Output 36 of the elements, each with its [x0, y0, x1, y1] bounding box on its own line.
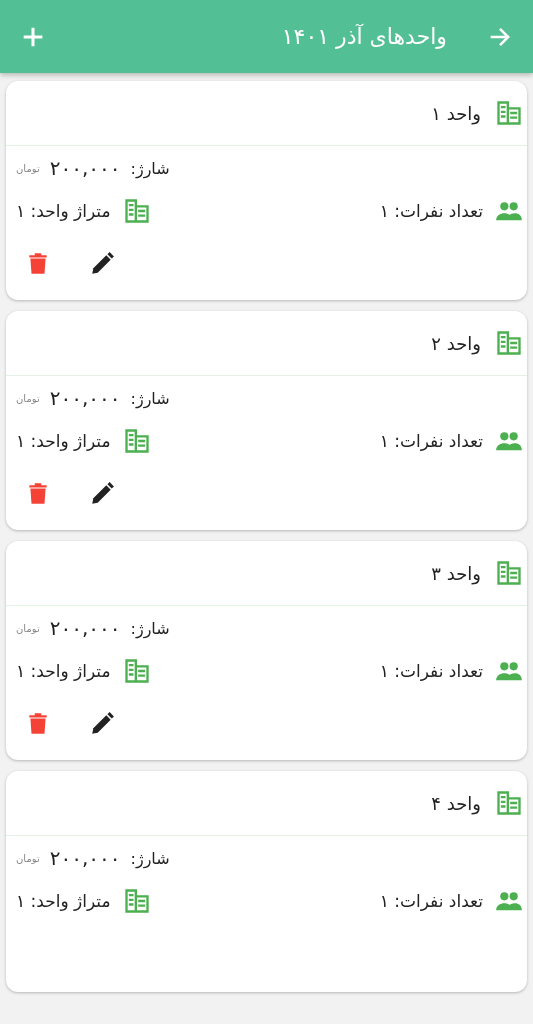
- currency-label: تومان: [16, 622, 40, 634]
- pencil-icon: [89, 481, 115, 507]
- charge-label: شارژ:: [130, 388, 170, 408]
- building-icon: [122, 657, 151, 685]
- charge-label: شارژ:: [130, 158, 170, 178]
- currency-label: تومان: [16, 852, 40, 864]
- building-icon: [122, 887, 151, 915]
- unit-name: واحد ۲: [431, 332, 481, 354]
- building-icon: [495, 559, 523, 587]
- building-icon: [122, 427, 151, 455]
- building-icon: [495, 99, 523, 127]
- charge-label: شارژ:: [130, 848, 170, 868]
- charge-amount: ۲۰۰,۰۰۰: [49, 846, 121, 870]
- residents-count: تعداد نفرات: ۱: [379, 661, 483, 681]
- unit-area: متراژ واحد: ۱: [16, 431, 111, 451]
- building-icon: [495, 329, 523, 357]
- currency-label: تومان: [16, 392, 40, 404]
- residents-count: تعداد نفرات: ۱: [379, 201, 483, 221]
- charge-amount: ۲۰۰,۰۰۰: [49, 386, 121, 410]
- unit-name: واحد ۱: [431, 102, 481, 124]
- charge-label: شارژ:: [130, 618, 170, 638]
- screen-title: واحدهای آذر ۱۴۰۱: [281, 24, 447, 49]
- residents-count: تعداد نفرات: ۱: [379, 431, 483, 451]
- charge-amount: ۲۰۰,۰۰۰: [49, 156, 121, 180]
- currency-label: تومان: [16, 162, 40, 174]
- unit-name: واحد ۳: [431, 562, 481, 584]
- building-icon: [122, 197, 151, 225]
- pencil-icon: [89, 711, 115, 737]
- residents-count: تعداد نفرات: ۱: [379, 891, 483, 911]
- building-icon: [495, 789, 523, 817]
- unit-area: متراژ واحد: ۱: [16, 891, 111, 911]
- pencil-icon: [89, 251, 115, 277]
- unit-name: واحد ۴: [431, 792, 481, 814]
- unit-area: متراژ واحد: ۱: [16, 661, 111, 681]
- charge-amount: ۲۰۰,۰۰۰: [49, 616, 121, 640]
- unit-area: متراژ واحد: ۱: [16, 201, 111, 221]
